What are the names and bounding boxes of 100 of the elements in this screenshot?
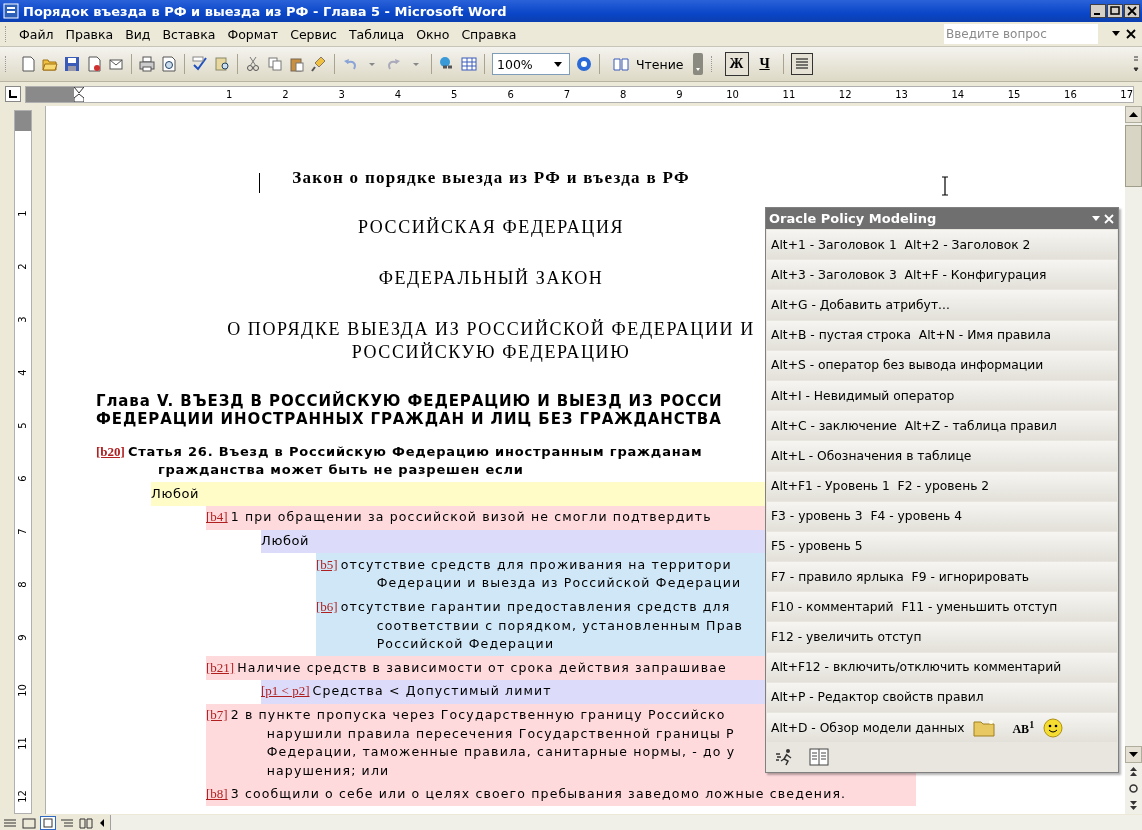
- new-document-icon[interactable]: [20, 56, 36, 72]
- ruler-number: 9: [17, 634, 28, 641]
- ruler-number: 11: [781, 88, 796, 100]
- menu-item[interactable]: Правка: [63, 26, 124, 42]
- shortcut-button[interactable]: Alt+S - оператор без вывода информации: [767, 350, 1117, 380]
- rule-tag[interactable]: [b21]: [206, 658, 235, 678]
- tab-selector[interactable]: [5, 86, 21, 102]
- menu-item[interactable]: Вставка: [160, 26, 226, 42]
- document-heading: О ПОРЯДКЕ ВЫЕЗДА ИЗ РОССИЙСКОЙ ФЕДЕРАЦИИ И РОССИЙСКУЮ ФЕДЕРАЦИЮ: [227, 318, 755, 364]
- table-icon[interactable]: [461, 56, 477, 72]
- dropdown-arrow-icon: [554, 61, 562, 67]
- rule-text: отсутствие гарантии предоставления средств для соответствии с порядком, установленным Прав Российской Федерации: [340, 598, 744, 654]
- rule-text: 2 в пункте пропуска через Государственную границу Российско нарушили правила пересечения Государственной границы Р Федерации, таможенные правила, санитарные нормы, - до у нарушения; или: [230, 706, 736, 780]
- copy-icon[interactable]: [267, 56, 283, 72]
- shortcut-button[interactable]: Alt+B - пустая строка Alt+N - Имя правила: [767, 320, 1117, 350]
- maximize-icon[interactable]: [1107, 4, 1123, 18]
- align-icon[interactable]: [790, 53, 813, 75]
- bold-button[interactable]: Ж: [724, 52, 749, 76]
- ruler-number: 7: [562, 88, 571, 100]
- paste-icon[interactable]: [289, 56, 305, 72]
- menu-item[interactable]: Окно: [414, 26, 460, 42]
- dropdown-arrow-icon[interactable]: [1112, 31, 1120, 37]
- shortcut-button[interactable]: F7 - правило ярлыка F9 - игнорировать: [767, 562, 1117, 592]
- ruler-number: 11: [17, 737, 28, 750]
- shortcut-button[interactable]: Alt+F1 - Уровень 1 F2 - уровень 2: [767, 471, 1117, 501]
- close-icon[interactable]: [1124, 4, 1140, 18]
- ruler-number: 4: [393, 88, 402, 100]
- shortcut-button[interactable]: F5 - уровень 5: [767, 531, 1117, 562]
- rule-tag[interactable]: [b6]: [316, 598, 338, 617]
- scroll-up-icon[interactable]: [1125, 106, 1142, 123]
- minimize-icon[interactable]: [1090, 4, 1106, 18]
- scroll-down-icon[interactable]: [1125, 746, 1142, 763]
- rule-tag[interactable]: [b5]: [316, 555, 338, 575]
- shortcut-button[interactable]: Alt+G - Добавить атрибут...: [767, 290, 1117, 320]
- menu-item[interactable]: Таблица: [346, 26, 415, 42]
- ruler-margin: [14, 111, 31, 131]
- open-book-icon: [613, 57, 629, 71]
- shortcut-button[interactable]: Alt+I - Невидимый оператор: [767, 380, 1117, 411]
- research-icon[interactable]: [214, 56, 230, 72]
- print-preview-icon[interactable]: [161, 56, 177, 72]
- panel-title: Oracle Policy Modeling: [769, 211, 938, 226]
- ruler-number: 5: [17, 422, 28, 429]
- rule-tag[interactable]: [b20]: [96, 442, 125, 462]
- ruler-number: 2: [17, 263, 28, 270]
- indent-marker-icon[interactable]: [74, 86, 84, 102]
- print-icon[interactable]: [139, 56, 155, 72]
- text-cursor-icon: [941, 176, 949, 196]
- shortcut-button[interactable]: Alt+P - Редактор свойств правил: [767, 682, 1117, 712]
- ruler-number: 7: [17, 528, 28, 535]
- format-painter-icon[interactable]: [311, 56, 327, 72]
- horizontal-scrollbar[interactable]: [110, 815, 1142, 830]
- close-icon[interactable]: [1126, 29, 1136, 39]
- rule-tag[interactable]: [b4]: [206, 508, 228, 527]
- shortcut-button[interactable]: Alt+3 - Заголовок 3 Alt+F - Конфигурация: [767, 260, 1117, 290]
- shortcut-button[interactable]: Alt+C - заключение Alt+Z - таблица правил: [767, 411, 1117, 441]
- document-icon: [3, 3, 19, 19]
- tab-stop-icon[interactable]: [9, 90, 17, 98]
- shortcut-button[interactable]: Alt+D - Обзор модели данных: [771, 720, 965, 735]
- ruler-number: 10: [725, 88, 739, 100]
- menu-item[interactable]: Сервис: [288, 26, 347, 42]
- rule-tag[interactable]: [p1 < p2]: [261, 682, 310, 701]
- shortcut-button[interactable]: F10 - комментарий F11 - уменьшить отступ: [767, 592, 1117, 622]
- superscript-button[interactable]: AB$^{1}$: [1012, 718, 1035, 737]
- outline-view-icon[interactable]: [59, 816, 75, 830]
- spelling-icon[interactable]: [192, 56, 208, 72]
- scroll-thumb[interactable]: [1125, 125, 1142, 187]
- save-icon[interactable]: [64, 56, 80, 72]
- ruler-number: 10: [17, 684, 28, 697]
- rule-tag[interactable]: [b7]: [206, 706, 228, 725]
- document-heading: ФЕДЕРАЛЬНЫЙ ЗАКОН: [378, 267, 604, 290]
- operator-label: Любой: [151, 484, 200, 503]
- help-search-field[interactable]: Введите вопрос: [944, 24, 1098, 44]
- cut-icon[interactable]: [245, 56, 261, 72]
- menu-item[interactable]: Файл: [17, 26, 64, 42]
- web-view-icon[interactable]: [21, 816, 37, 830]
- menu-item[interactable]: Вид: [123, 26, 161, 42]
- book-icon[interactable]: [809, 748, 829, 767]
- rule-tag[interactable]: [b8]: [206, 785, 228, 804]
- zoom-dropdown[interactable]: 100%: [492, 53, 570, 75]
- underline-button[interactable]: Ч: [752, 52, 777, 76]
- menu-item[interactable]: Справка: [459, 26, 527, 42]
- help-icon[interactable]: [576, 56, 592, 72]
- vertical-scrollbar[interactable]: [1125, 106, 1142, 814]
- smiley-icon[interactable]: [1043, 717, 1064, 738]
- email-icon[interactable]: [108, 56, 124, 72]
- shortcut-button[interactable]: F12 - увеличить отступ: [767, 622, 1117, 652]
- shortcut-button[interactable]: F3 - уровень 3 F4 - уровень 4: [767, 501, 1117, 531]
- shortcut-button[interactable]: Alt+L - Обозначения в таблице: [767, 441, 1117, 471]
- shortcut-button[interactable]: Alt+1 - Заголовок 1 Alt+2 - Заголовок 2: [767, 230, 1117, 260]
- ruler-number: 9: [675, 88, 683, 100]
- reading-mode-button[interactable]: Чтение: [604, 56, 690, 72]
- menu-item[interactable]: Формат: [225, 26, 289, 42]
- shortcut-button[interactable]: Alt+F12 - включить/отключить комментарий: [767, 652, 1117, 682]
- rule-text: Наличие средств в зависимости от срока действия запрашивае: [237, 658, 727, 677]
- operator-label: Любой: [261, 532, 310, 551]
- normal-view-icon[interactable]: [2, 816, 18, 830]
- open-folder-icon[interactable]: [42, 56, 58, 72]
- print-layout-icon[interactable]: [40, 816, 56, 830]
- ruler-number: 1: [17, 210, 28, 217]
- reading-view-icon[interactable]: [78, 816, 94, 830]
